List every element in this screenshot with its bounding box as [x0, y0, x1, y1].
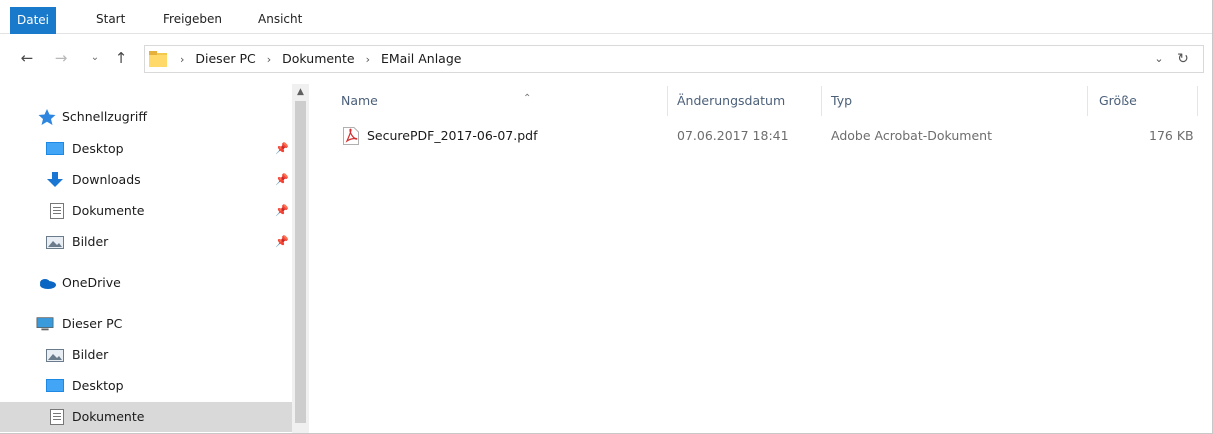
breadcrumb-separator-icon[interactable]: › — [180, 53, 184, 66]
sidebar-item-dokumente[interactable]: Dokumente 📌 — [0, 196, 292, 226]
sidebar-item-label: Bilder — [72, 234, 109, 249]
sidebar-item-label: Schnellzugriff — [62, 109, 147, 124]
sidebar-item-label: Dieser PC — [62, 316, 123, 331]
computer-icon — [36, 317, 54, 331]
tab-freigeben[interactable]: Freigeben — [155, 8, 230, 32]
desktop-icon — [46, 142, 64, 155]
address-controls: ⌄ ↻ — [1143, 46, 1203, 72]
sidebar-item-label: Desktop — [72, 378, 124, 393]
column-header-name[interactable]: Name ⌃ — [341, 84, 661, 118]
navigation-bar: ← → ⌄ ↑ › Dieser PC › Dokumente › EMail … — [0, 34, 1212, 84]
folder-icon — [149, 51, 167, 67]
pdf-icon — [343, 127, 359, 145]
breadcrumb-separator-icon[interactable]: › — [366, 53, 370, 66]
back-arrow-icon[interactable]: ← — [16, 46, 38, 70]
document-icon — [50, 203, 64, 219]
sidebar-item-downloads[interactable]: Downloads 📌 — [0, 165, 292, 195]
column-divider[interactable] — [1087, 86, 1088, 116]
sidebar-item-schnellzugriff[interactable]: Schnellzugriff — [0, 102, 292, 132]
sidebar-item-dokumente-pc[interactable]: Dokumente — [0, 402, 292, 432]
file-type: Adobe Acrobat-Dokument — [831, 128, 992, 143]
document-icon — [50, 409, 64, 425]
sidebar-item-bilder-pc[interactable]: Bilder — [0, 340, 292, 370]
column-header-type[interactable]: Typ — [831, 84, 1071, 118]
pictures-icon — [46, 349, 64, 362]
forward-arrow-icon[interactable]: → — [50, 46, 72, 70]
cloud-icon — [40, 279, 56, 289]
address-bar[interactable]: › Dieser PC › Dokumente › EMail Anlage ⌄… — [144, 45, 1204, 73]
file-size: 176 KB — [1149, 128, 1194, 143]
breadcrumb: › Dieser PC › Dokumente › EMail Anlage — [173, 46, 461, 72]
scrollbar-thumb[interactable] — [295, 101, 306, 423]
tab-datei[interactable]: Datei — [10, 7, 56, 34]
breadcrumb-dokumente[interactable]: Dokumente — [282, 51, 354, 66]
sidebar-item-bilder[interactable]: Bilder 📌 — [0, 227, 292, 257]
column-header-size[interactable]: Größe — [1099, 84, 1179, 118]
address-history-chevron-icon[interactable]: ⌄ — [1149, 46, 1169, 72]
breadcrumb-dieser-pc[interactable]: Dieser PC — [195, 51, 255, 66]
sort-ascending-icon: ⌃ — [523, 93, 532, 104]
sidebar-item-dieser-pc[interactable]: Dieser PC — [0, 309, 292, 339]
ribbon: Datei Start Freigeben Ansicht — [0, 0, 1212, 34]
star-icon — [38, 109, 56, 125]
column-header-label: Name — [341, 93, 378, 108]
sidebar-item-onedrive[interactable]: OneDrive — [0, 268, 292, 298]
navigation-pane: Schnellzugriff Desktop 📌 Downloads 📌 Dok… — [0, 84, 292, 433]
sidebar-item-label: Downloads — [72, 172, 141, 187]
column-divider[interactable] — [821, 86, 822, 116]
pin-icon[interactable]: 📌 — [275, 227, 289, 257]
breadcrumb-separator-icon[interactable]: › — [267, 53, 271, 66]
pin-icon[interactable]: 📌 — [275, 196, 289, 226]
sidebar-item-desktop[interactable]: Desktop 📌 — [0, 134, 292, 164]
sidebar-item-label: Desktop — [72, 141, 124, 156]
file-list: Name ⌃ Änderungsdatum Typ Größe SecurePD… — [309, 84, 1212, 433]
tab-ansicht[interactable]: Ansicht — [250, 8, 310, 32]
file-name[interactable]: SecurePDF_2017-06-07.pdf — [367, 122, 537, 150]
pin-icon[interactable]: 📌 — [275, 134, 289, 164]
tab-start[interactable]: Start — [88, 8, 133, 32]
sidebar-item-label: Dokumente — [72, 409, 145, 424]
sidebar-item-label: Dokumente — [72, 203, 145, 218]
sidebar-item-label: OneDrive — [62, 275, 121, 290]
pin-icon[interactable]: 📌 — [275, 165, 289, 195]
download-icon — [47, 172, 63, 187]
refresh-icon[interactable]: ↻ — [1173, 46, 1193, 72]
navigation-scrollbar[interactable]: ▲ — [292, 84, 309, 433]
pictures-icon — [46, 236, 64, 249]
explorer-window: Datei Start Freigeben Ansicht ← → ⌄ ↑ › … — [0, 0, 1213, 434]
sidebar-item-label: Bilder — [72, 347, 109, 362]
column-divider[interactable] — [1197, 86, 1198, 116]
column-divider[interactable] — [667, 86, 668, 116]
desktop-icon — [46, 379, 64, 392]
sidebar-item-desktop-pc[interactable]: Desktop — [0, 371, 292, 401]
up-arrow-icon[interactable]: ↑ — [110, 46, 132, 70]
file-date: 07.06.2017 18:41 — [677, 128, 789, 143]
file-row[interactable]: SecurePDF_2017-06-07.pdf 07.06.2017 18:4… — [339, 122, 1199, 150]
breadcrumb-email-anlage[interactable]: EMail Anlage — [381, 51, 462, 66]
chevron-down-icon[interactable]: ⌄ — [84, 46, 106, 70]
column-header-date[interactable]: Änderungsdatum — [677, 84, 817, 118]
scroll-up-icon[interactable]: ▲ — [292, 84, 309, 101]
